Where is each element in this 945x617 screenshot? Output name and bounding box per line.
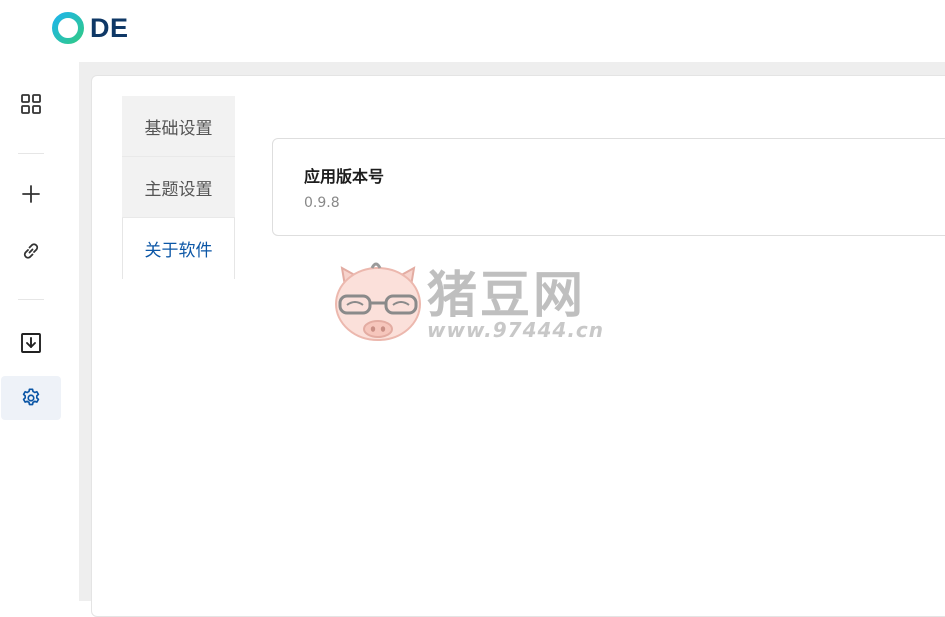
logo-ring-icon (52, 12, 84, 44)
sidebar-divider (18, 299, 44, 300)
settings-tabs: 基础设置 主题设置 关于软件 (122, 96, 235, 279)
version-value: 0.9.8 (304, 195, 340, 211)
sidebar-item-download[interactable] (1, 321, 61, 365)
sidebar-divider (18, 153, 44, 154)
watermark-url: www.97444.cn (427, 318, 605, 342)
sidebar-item-dashboard[interactable] (1, 82, 61, 126)
sidebar (0, 62, 79, 601)
watermark: 猪豆网 www.97444.cn (334, 258, 619, 348)
logo-text: DE (90, 12, 129, 43)
sidebar-item-settings[interactable] (1, 376, 61, 420)
pig-mascot-icon (335, 262, 421, 341)
tab-about-software[interactable]: 关于软件 (122, 218, 235, 279)
top-bar: DE (0, 0, 945, 62)
plus-icon (22, 185, 40, 203)
sidebar-item-add[interactable] (1, 172, 61, 216)
download-icon (21, 333, 41, 353)
version-title: 应用版本号 (304, 167, 385, 186)
grid-icon (21, 94, 41, 114)
app-logo: DE (51, 11, 129, 45)
tab-basic-settings[interactable]: 基础设置 (122, 96, 235, 157)
watermark-brand: 猪豆网 (427, 266, 586, 324)
tab-theme-settings[interactable]: 主题设置 (122, 157, 235, 218)
link-icon (23, 243, 39, 259)
version-card: 应用版本号 0.9.8 (272, 138, 945, 236)
sidebar-item-link[interactable] (1, 229, 61, 273)
gear-icon (22, 388, 40, 406)
